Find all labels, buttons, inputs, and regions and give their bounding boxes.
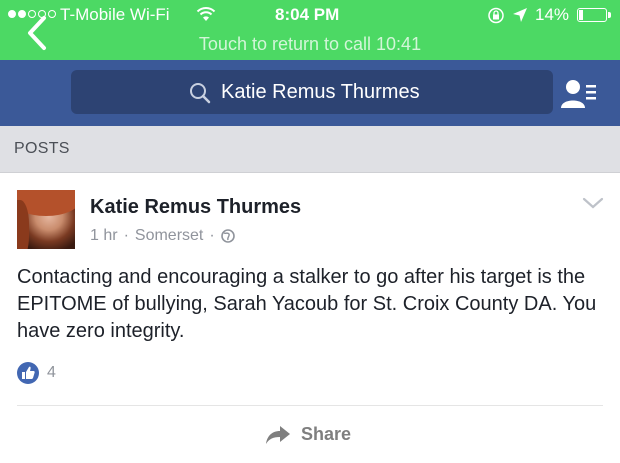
post-meta: 1 hr · Somerset · — [90, 227, 235, 245]
avatar[interactable] — [17, 190, 75, 249]
post-text: Contacting and encouraging a stalker to … — [17, 266, 597, 342]
post-time[interactable]: 1 hr — [90, 227, 118, 245]
location-arrow-icon — [513, 8, 527, 22]
share-button[interactable]: Share — [265, 424, 351, 445]
search-icon — [190, 83, 211, 104]
search-input[interactable]: Katie Remus Thurmes — [71, 70, 553, 114]
back-chevron-icon[interactable] — [22, 14, 54, 52]
thumbs-up-icon — [22, 366, 35, 379]
battery-icon — [577, 8, 611, 22]
call-duration: 10:41 — [376, 34, 422, 54]
return-to-call-label: Touch to return to call — [198, 34, 372, 54]
status-bar: T-Mobile Wi-Fi 8:04 PM 14% Touch to retu… — [0, 0, 620, 60]
battery-percentage: 14% — [535, 5, 570, 24]
reaction-summary[interactable]: 4 — [17, 362, 56, 384]
post-location[interactable]: Somerset — [135, 227, 203, 245]
post-author-name[interactable]: Katie Remus Thurmes — [90, 196, 301, 219]
battery-nub — [608, 12, 611, 18]
like-icon — [17, 362, 39, 384]
divider — [17, 405, 603, 406]
meta-separator: · — [209, 227, 215, 244]
clock: 8:04 PM — [275, 5, 340, 24]
share-arrow-icon — [266, 425, 290, 444]
wifi-icon — [196, 7, 216, 21]
posts-section-header: POSTS — [0, 126, 620, 173]
return-to-call-banner[interactable]: Touch to return to call 10:41 — [0, 30, 620, 58]
search-query: Katie Remus Thurmes — [221, 81, 420, 103]
share-label: Share — [301, 424, 352, 444]
globe-icon — [220, 229, 235, 243]
signal-dot — [8, 10, 16, 18]
friend-requests-icon[interactable] — [560, 78, 598, 110]
rotation-lock-icon — [488, 7, 504, 24]
like-count: 4 — [47, 364, 56, 381]
status-row: T-Mobile Wi-Fi 8:04 PM 14% — [0, 0, 620, 30]
section-title: POSTS — [14, 140, 70, 157]
chevron-down-icon[interactable] — [582, 196, 604, 210]
carrier-name: T-Mobile Wi-Fi — [60, 5, 170, 24]
meta-separator: · — [123, 227, 129, 244]
battery-fill — [579, 10, 583, 20]
